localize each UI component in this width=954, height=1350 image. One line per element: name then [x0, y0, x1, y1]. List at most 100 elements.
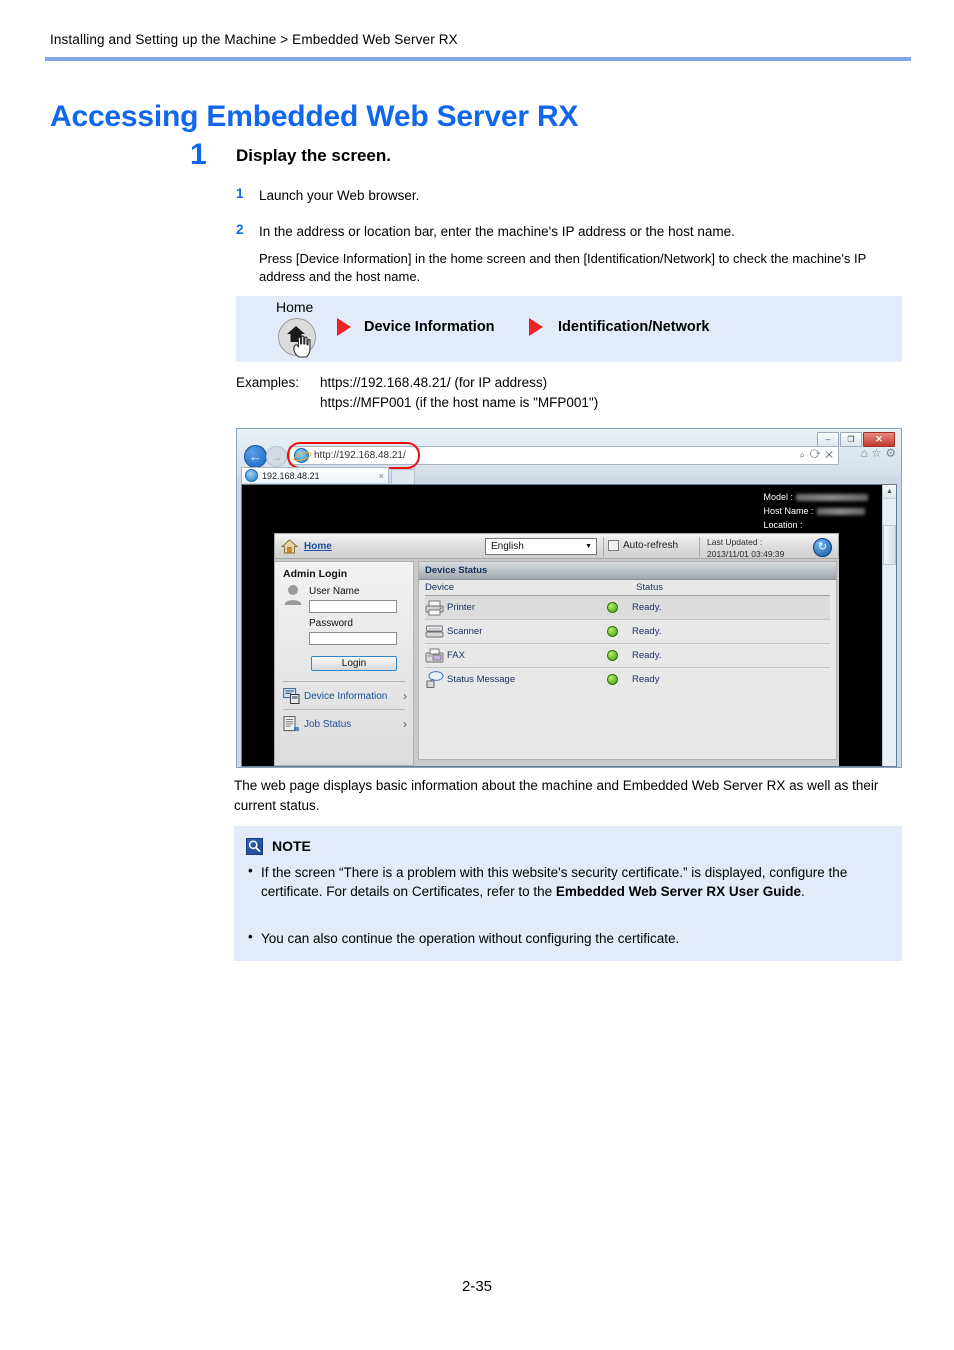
- address-bar-icons[interactable]: ⌕ ⟳ ✕: [800, 450, 835, 461]
- note-magnifier-icon: [246, 838, 263, 855]
- language-value: English: [491, 541, 524, 552]
- admin-login-title: Admin Login: [283, 568, 348, 580]
- note-title: NOTE: [272, 838, 311, 854]
- login-button[interactable]: Login: [311, 656, 397, 671]
- internet-explorer-icon: [294, 448, 309, 463]
- device-status-title: Device Status: [419, 562, 836, 580]
- status-message-icon: [425, 671, 447, 688]
- tab-title: 192.168.48.21: [262, 470, 320, 481]
- location-label: Location :: [763, 519, 803, 530]
- page-number: 2-35: [461, 1278, 493, 1295]
- address-bar-value: http://192.168.48.21/: [314, 450, 406, 461]
- address-bar[interactable]: http://192.168.48.21/ ⌕ ⟳ ✕: [289, 446, 839, 465]
- browser-tab[interactable]: 192.168.48.21 ×: [241, 467, 389, 483]
- forward-arrow-icon[interactable]: →: [266, 446, 287, 467]
- language-select[interactable]: English ▼: [485, 538, 597, 555]
- example-host-name: https://MFP001 (if the host name is "MFP…: [320, 395, 599, 410]
- table-row[interactable]: Status Message Ready: [425, 668, 830, 691]
- tab-favicon-icon: [245, 469, 258, 482]
- note-bullet-1: •: [248, 863, 253, 878]
- hand-pointer-icon: [293, 335, 311, 358]
- examples-label: Examples:: [236, 375, 300, 390]
- device-status-columns: Device Status: [425, 580, 830, 596]
- step-title: Display the screen.: [236, 146, 391, 165]
- tab-close-icon[interactable]: ×: [379, 471, 384, 481]
- auto-refresh-checkbox[interactable]: Auto-refresh: [608, 540, 678, 551]
- host-name-row: Host Name :: [763, 505, 868, 519]
- substep-number-2: 2: [236, 222, 244, 237]
- embedded-web-server-app: Home English ▼ Auto-refresh Last Updated…: [274, 533, 839, 766]
- note-item-1: If the screen “There is a problem with t…: [261, 863, 891, 902]
- refresh-icon[interactable]: ↻: [813, 538, 832, 557]
- example-ip-address: https://192.168.48.21/ (for IP address): [320, 375, 548, 390]
- browser-tool-icons[interactable]: ⌂ ☆ ⚙: [861, 447, 896, 459]
- note-item-1-tail: .: [800, 884, 805, 900]
- menu-item-job-status[interactable]: Job Status ›: [283, 712, 407, 736]
- back-arrow-icon[interactable]: ←: [244, 445, 267, 468]
- column-header-device: Device: [425, 582, 455, 593]
- user-avatar-icon: [284, 585, 302, 605]
- menu-label-job-status: Job Status: [304, 718, 352, 730]
- chevron-right-icon-1: ›: [403, 689, 407, 703]
- screenshot-caption: The web page displays basic information …: [234, 778, 879, 813]
- checkbox-box[interactable]: [608, 540, 619, 551]
- browser-screenshot: – ❐ ✕ ← → http://192.168.48.21/ ⌕ ⟳ ✕ ⌂ …: [236, 428, 902, 768]
- scroll-up-arrow-icon[interactable]: ▲: [883, 485, 896, 499]
- password-input[interactable]: [309, 632, 397, 645]
- path-step-device-information: Device Information: [364, 319, 495, 335]
- table-row[interactable]: Printer Ready.: [425, 596, 830, 620]
- device-status-value: Ready: [632, 674, 660, 685]
- step-number: 1: [190, 138, 207, 171]
- page-scrollbar[interactable]: ▲: [882, 485, 896, 766]
- device-status-value: Ready.: [632, 602, 662, 613]
- note-item-1-bold: Embedded Web Server RX User Guide: [555, 884, 801, 900]
- chevron-right-icon-2: ›: [403, 717, 407, 731]
- header-divider: [45, 57, 911, 61]
- chevron-down-icon: ▼: [585, 543, 592, 550]
- column-header-status: Status: [636, 582, 663, 593]
- browser-chrome: – ❐ ✕ ← → http://192.168.48.21/ ⌕ ⟳ ✕ ⌂ …: [237, 429, 901, 484]
- tab-row: 192.168.48.21 ×: [237, 467, 901, 484]
- substep-note-paragraph: Press [Device Information] in the home s…: [259, 251, 867, 285]
- note-item-2: You can also continue the operation with…: [261, 929, 891, 948]
- job-status-icon: [283, 715, 299, 731]
- substep-text-2: In the address or location bar, enter th…: [259, 224, 735, 239]
- table-row[interactable]: FAX Ready.: [425, 644, 830, 668]
- device-status-value: Ready.: [632, 650, 662, 661]
- last-updated-value: 2013/11/01 03:49:39: [707, 549, 785, 560]
- breadcrumb: Installing and Setting up the Machine > …: [50, 32, 458, 47]
- device-header-info: Model : Host Name : Location :: [763, 491, 868, 533]
- menu-item-device-information[interactable]: Device Information ›: [283, 684, 407, 708]
- status-led-icon: [607, 626, 618, 637]
- status-led-icon: [607, 602, 618, 613]
- scanner-icon: [425, 624, 447, 640]
- user-name-input[interactable]: [309, 600, 397, 613]
- device-name: Printer: [447, 602, 475, 613]
- home-key-icon: [278, 318, 316, 358]
- path-step-identification-network: Identification/Network: [558, 319, 710, 335]
- status-led-icon: [607, 674, 618, 685]
- host-name-label: Host Name :: [763, 505, 814, 516]
- browser-page-area: Model : Host Name : Location : Home Engl…: [241, 484, 897, 767]
- house-icon: [281, 538, 298, 553]
- app-top-bar: Home English ▼ Auto-refresh Last Updated…: [274, 533, 839, 559]
- page-title: Accessing Embedded Web Server RX: [50, 100, 579, 134]
- location-row: Location :: [763, 519, 868, 533]
- table-row[interactable]: Scanner Ready.: [425, 620, 830, 644]
- admin-login-panel: Admin Login User Name Password Login Dev…: [274, 561, 414, 766]
- new-tab-button[interactable]: [391, 469, 415, 484]
- note-bullet-2: •: [248, 929, 253, 944]
- home-label: Home: [276, 299, 314, 315]
- substep-number-1: 1: [236, 186, 244, 201]
- right-arrow-icon-2: [529, 318, 543, 336]
- fax-icon: [425, 648, 447, 664]
- printer-icon: [425, 600, 447, 616]
- last-updated: Last Updated : 2013/11/01 03:49:39: [707, 536, 784, 561]
- navigation-row: ← → http://192.168.48.21/ ⌕ ⟳ ✕ ⌂ ☆ ⚙: [237, 442, 901, 469]
- password-label: Password: [309, 618, 353, 629]
- model-label: Model :: [763, 492, 793, 502]
- status-led-icon: [607, 650, 618, 661]
- app-home-link[interactable]: Home: [304, 541, 332, 552]
- device-information-icon: [283, 688, 300, 704]
- scrollbar-thumb[interactable]: [883, 525, 896, 565]
